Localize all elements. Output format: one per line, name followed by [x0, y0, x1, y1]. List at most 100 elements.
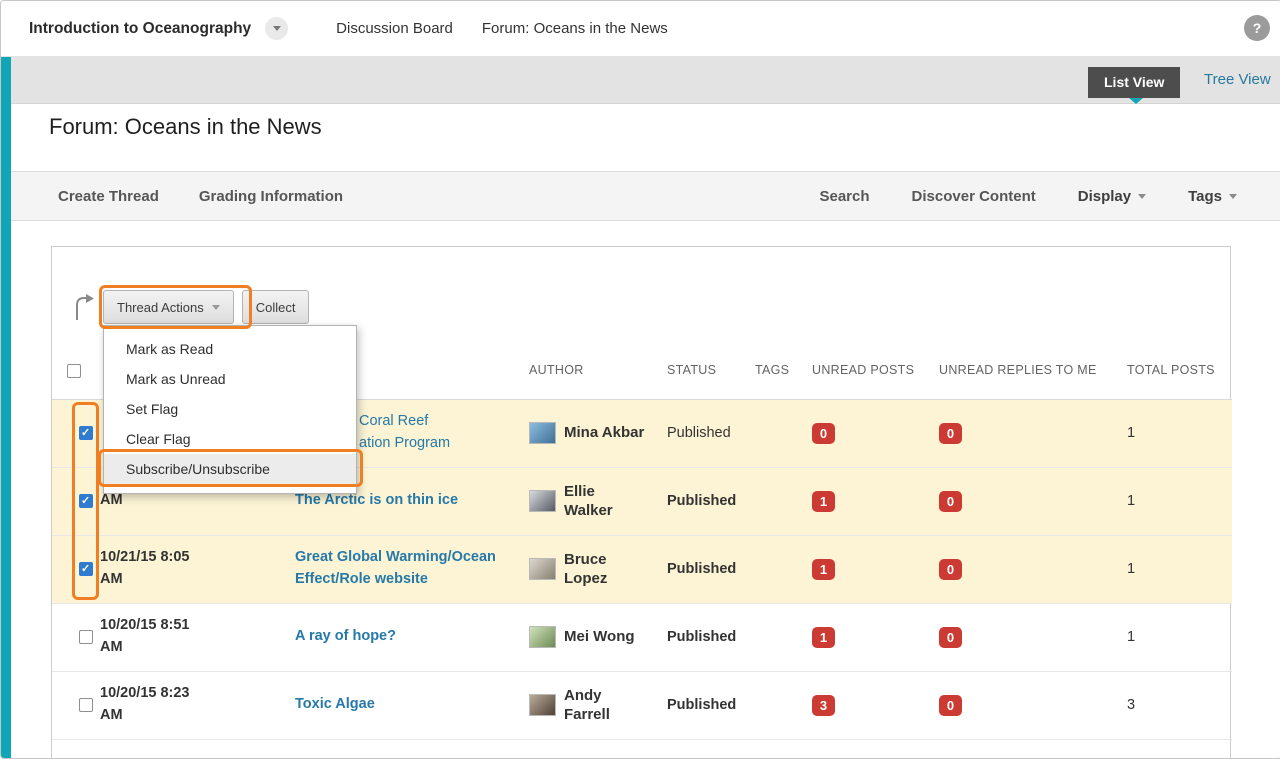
avatar	[529, 490, 556, 512]
row-checkbox[interactable]	[79, 494, 93, 508]
unread-posts-badge: 0	[812, 423, 835, 444]
author-name: Bruce Lopez	[564, 550, 634, 589]
total-posts: 1	[1127, 603, 1232, 671]
tab-list-view[interactable]: List View	[1088, 67, 1180, 98]
row-checkbox[interactable]	[79, 698, 93, 712]
unread-replies-badge: 0	[939, 627, 962, 648]
author-name: Ellie Walker	[564, 482, 634, 521]
author-name: Andy Farrell	[564, 686, 634, 725]
table-row: 10/21/15 8:05AM Great Global Warming/Oce…	[52, 535, 1232, 603]
tab-tree-view[interactable]: Tree View	[1204, 71, 1271, 88]
thread-link[interactable]: Toxic Algae	[295, 694, 383, 716]
unread-replies-badge: 0	[939, 559, 962, 580]
author-name: Mina Akbar	[564, 423, 644, 443]
action-bar-right: Search Discover Content Display Tags	[819, 188, 1280, 205]
header-status: STATUS	[667, 342, 755, 399]
thread-toolbar: Thread Actions Collect	[73, 290, 309, 324]
top-bar: Introduction to Oceanography Discussion …	[1, 1, 1280, 57]
thread-link[interactable]: A ray of hope?	[295, 626, 404, 648]
action-bar: Create Thread Grading Information Search…	[1, 171, 1280, 221]
create-thread-button[interactable]: Create Thread	[58, 188, 159, 205]
menu-item-set-flag[interactable]: Set Flag	[104, 394, 356, 424]
select-all-arrow-icon	[73, 294, 95, 321]
header-author: AUTHOR	[529, 342, 667, 399]
title-section: Forum: Oceans in the News	[1, 105, 1280, 171]
table-row: 10/20/15 8:51AM A ray of hope? Mei Wong …	[52, 603, 1232, 671]
chevron-down-icon	[1229, 194, 1237, 199]
breadcrumb-discussion-board[interactable]: Discussion Board	[336, 20, 453, 37]
display-menu-button[interactable]: Display	[1078, 188, 1146, 205]
total-posts: 1	[1127, 467, 1232, 535]
menu-item-mark-as-unread[interactable]: Mark as Unread	[104, 364, 356, 394]
menu-item-mark-as-read[interactable]: Mark as Read	[104, 334, 356, 364]
header-unread-posts: UNREAD POSTS	[812, 342, 939, 399]
avatar	[529, 626, 556, 648]
active-tab-indicator	[1129, 98, 1143, 104]
header-tags: TAGS	[755, 342, 812, 399]
page-root: Introduction to Oceanography Discussion …	[0, 0, 1280, 759]
chevron-down-icon	[273, 26, 281, 31]
thread-actions-menu: Mark as Read Mark as Unread Set Flag Cle…	[103, 325, 357, 494]
tags-cell	[755, 671, 812, 739]
total-posts: 1	[1127, 399, 1232, 467]
row-checkbox[interactable]	[79, 426, 93, 440]
thread-date: 10/21/15 8:05AM	[100, 535, 295, 603]
author-name: Mei Wong	[564, 627, 635, 647]
accent-stripe	[1, 57, 11, 758]
select-all-checkbox[interactable]	[67, 364, 81, 378]
thread-status: Published	[667, 671, 755, 739]
chevron-down-icon	[1138, 194, 1146, 199]
total-posts: 1	[1127, 535, 1232, 603]
thread-date: 10/20/15 8:51AM	[100, 603, 295, 671]
avatar	[529, 694, 556, 716]
unread-posts-badge: 1	[812, 491, 835, 512]
tags-cell	[755, 399, 812, 467]
avatar	[529, 558, 556, 580]
unread-replies-badge: 0	[939, 423, 962, 444]
row-checkbox[interactable]	[79, 562, 93, 576]
action-bar-left: Create Thread Grading Information	[1, 188, 343, 205]
view-toggle-band: List View Tree View	[1, 57, 1280, 104]
chevron-down-icon	[212, 305, 220, 310]
help-button[interactable]: ?	[1244, 15, 1270, 41]
thread-title-cell: Great Global Warming/Ocean Effect/Role w…	[295, 535, 529, 603]
discover-content-button[interactable]: Discover Content	[912, 188, 1036, 205]
thread-link[interactable]: Great Global Warming/Ocean Effect/Role w…	[295, 547, 529, 591]
collect-label: Collect	[256, 300, 296, 315]
unread-posts-badge: 1	[812, 627, 835, 648]
breadcrumb-forum: Forum: Oceans in the News	[482, 20, 668, 37]
tags-cell	[755, 535, 812, 603]
thread-title-cell: Toxic Algae	[295, 671, 529, 739]
avatar	[529, 422, 556, 444]
thread-actions-button[interactable]: Thread Actions	[103, 290, 234, 324]
total-posts: 3	[1127, 671, 1232, 739]
thread-status: Published	[667, 399, 755, 467]
unread-posts-badge: 3	[812, 695, 835, 716]
menu-item-subscribe-unsubscribe[interactable]: Subscribe/Unsubscribe	[104, 454, 356, 484]
display-menu-label: Display	[1078, 188, 1131, 205]
thread-title-cell: A ray of hope?	[295, 603, 529, 671]
unread-replies-badge: 0	[939, 491, 962, 512]
menu-item-clear-flag[interactable]: Clear Flag	[104, 424, 356, 454]
thread-date: 10/20/15 8:23AM	[100, 671, 295, 739]
collect-button[interactable]: Collect	[242, 290, 310, 324]
course-title: Introduction to Oceanography	[29, 20, 251, 38]
grading-information-button[interactable]: Grading Information	[199, 188, 343, 205]
header-unread-replies: UNREAD REPLIES TO ME	[939, 342, 1127, 399]
row-checkbox[interactable]	[79, 630, 93, 644]
thread-list-panel: Thread Actions Collect AUTHOR STATUS TAG…	[51, 246, 1231, 758]
thread-status: Published	[667, 535, 755, 603]
course-menu-toggle[interactable]	[265, 17, 288, 40]
thread-status: Published	[667, 603, 755, 671]
header-total-posts: TOTAL POSTS	[1127, 342, 1232, 399]
page-title: Forum: Oceans in the News	[1, 105, 1280, 140]
thread-actions-label: Thread Actions	[117, 300, 204, 315]
unread-posts-badge: 1	[812, 559, 835, 580]
unread-replies-badge: 0	[939, 695, 962, 716]
tags-menu-label: Tags	[1188, 188, 1222, 205]
search-button[interactable]: Search	[819, 188, 869, 205]
tags-menu-button[interactable]: Tags	[1188, 188, 1237, 205]
thread-status: Published	[667, 467, 755, 535]
tags-cell	[755, 603, 812, 671]
table-row: 10/20/15 8:23AM Toxic Algae Andy Farrell…	[52, 671, 1232, 739]
